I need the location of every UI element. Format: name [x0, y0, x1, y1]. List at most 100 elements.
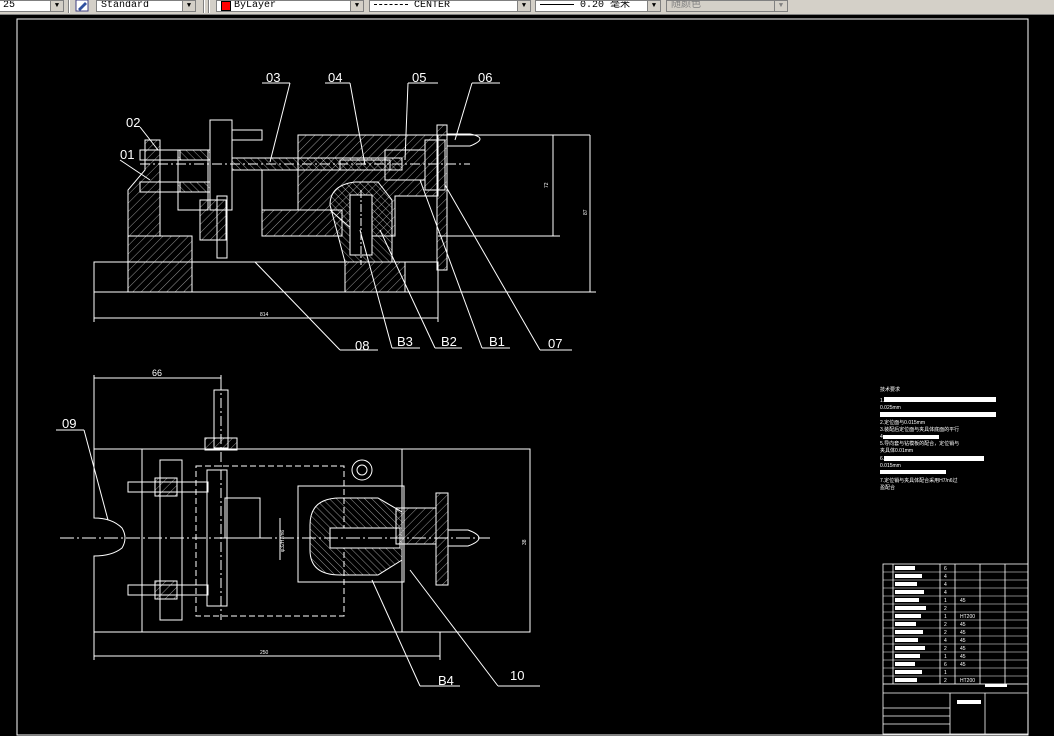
note-redacted-bar: [880, 412, 996, 417]
part-material: 45: [960, 646, 966, 652]
part-name-redacted: [895, 590, 924, 594]
linetype-value-wrap: CENTER: [374, 1, 450, 11]
part-qty: 2: [944, 678, 947, 684]
plotstyle-value: 随颜色: [671, 0, 701, 11]
note-line-6: 5.导向套与钻模板的配合，定位销与: [880, 440, 959, 447]
part-name-redacted: [895, 646, 925, 650]
balloon-06: 06: [478, 70, 492, 85]
part-qty: 2: [944, 630, 947, 636]
part-qty: 1: [944, 654, 947, 660]
balloon-10: 10: [510, 668, 524, 683]
balloon-b3: B3: [397, 334, 413, 349]
drawing-canvas[interactable]: 72 87 814 66 250 38 φ32H7/n6 01 02 03 04…: [0, 15, 1054, 736]
note-line-4: 3.装配后定位面与夹具体底面的平行: [880, 426, 959, 433]
part-qty: 6: [944, 566, 947, 572]
chevron-down-icon[interactable]: ▼: [350, 1, 363, 11]
technical-notes: 技术要求 1. 0.025mm 2.定位面与0.015mm 3.装配后定位面与夹…: [880, 386, 996, 491]
part-qty: 2: [944, 646, 947, 652]
toolbar: 25 ▼ Standard ▼ ByLayer ▼ CENTER ▼ 0.20 …: [0, 0, 1054, 15]
part-name-redacted: [895, 630, 923, 634]
color-combo[interactable]: ByLayer ▼: [216, 0, 364, 12]
note-line-2: 0.025mm: [880, 405, 901, 411]
part-name-redacted: [895, 606, 926, 610]
text-style-icon[interactable]: [75, 0, 89, 12]
part-qty: 6: [944, 662, 947, 668]
part-qty: 2: [944, 622, 947, 628]
part-material: HT200: [960, 678, 975, 684]
chevron-down-icon[interactable]: ▼: [774, 1, 787, 11]
dim-front-width: 814: [260, 312, 269, 318]
note-line-7: 夹具体0.01mm: [880, 447, 913, 454]
part-material: 45: [960, 654, 966, 660]
part-material: 45: [960, 630, 966, 636]
note-line-11: 盈配合: [880, 484, 895, 491]
balloon-b1: B1: [489, 334, 505, 349]
dim-plan-height: 38: [522, 539, 528, 545]
plotstyle-combo[interactable]: 随颜色 ▼: [666, 0, 788, 12]
toolbar-separator: [203, 0, 205, 13]
lineweight-combo[interactable]: 0.20 毫米 ▼: [535, 0, 661, 12]
part-material: 45: [960, 638, 966, 644]
balloon-03: 03: [266, 70, 280, 85]
lineweight-preview-icon: [540, 3, 574, 5]
title-redacted-bar: [985, 684, 1007, 687]
part-name-redacted: [895, 638, 918, 642]
balloon-b2: B2: [441, 334, 457, 349]
part-qty: 1: [944, 614, 947, 620]
part-name-redacted: [895, 614, 921, 618]
part-qty: 2: [944, 606, 947, 612]
part-name-redacted: [895, 574, 922, 578]
balloon-01: 01: [120, 147, 134, 162]
balloon-09: 09: [62, 416, 76, 431]
lineweight-value: 0.20 毫米: [580, 0, 631, 11]
dim-plan-width: 250: [260, 650, 269, 656]
part-qty: 1: [944, 598, 947, 604]
chevron-down-icon[interactable]: ▼: [517, 1, 530, 11]
part-name-redacted: [895, 678, 917, 682]
chevron-down-icon[interactable]: ▼: [647, 1, 660, 11]
part-qty: 4: [944, 574, 947, 580]
balloon-b4: B4: [438, 673, 454, 688]
balloon-02: 02: [126, 115, 140, 130]
balloon-08: 08: [355, 338, 369, 353]
part-qty: 4: [944, 582, 947, 588]
linetype-preview-icon: [374, 3, 408, 5]
part-material: HT200: [960, 614, 975, 620]
title-redacted-bar: [957, 700, 981, 704]
part-name-redacted: [895, 654, 920, 658]
balloon-04: 04: [328, 70, 342, 85]
chevron-down-icon[interactable]: ▼: [50, 1, 63, 11]
dimstyle-combo[interactable]: 25 ▼: [0, 0, 64, 12]
note-line-3: 2.定位面与0.015mm: [880, 419, 925, 426]
part-name-redacted: [895, 662, 915, 666]
part-name-redacted: [895, 582, 917, 586]
part-name-redacted: [895, 566, 915, 570]
color-value-wrap: ByLayer: [221, 1, 276, 11]
dim-plan-top: 66: [152, 368, 162, 378]
balloon-07: 07: [548, 336, 562, 351]
plan-view: [56, 375, 540, 687]
text-style-value: Standard: [101, 0, 150, 11]
text-style-combo[interactable]: Standard ▼: [96, 0, 196, 12]
dim-bore: φ32H7/n6: [280, 530, 286, 552]
part-qty: 4: [944, 590, 947, 596]
part-qty: 1: [944, 670, 947, 676]
chevron-down-icon[interactable]: ▼: [182, 1, 195, 11]
dim-front-height-2: 87: [583, 209, 589, 215]
linetype-value: CENTER: [414, 0, 451, 11]
note-line-10: 7.定位销与夹具体配合采用H7/n6过: [880, 477, 958, 484]
color-value: ByLayer: [234, 0, 277, 11]
note-line-8: 6.: [880, 456, 884, 462]
front-view: [93, 82, 596, 351]
part-name-redacted: [895, 598, 919, 602]
note-line-1: 1.: [880, 398, 884, 404]
toolbar-separator: [208, 0, 210, 13]
color-swatch-icon: [221, 1, 231, 11]
note-redacted-bar: [883, 435, 939, 439]
title-block-rows: 6 4 4 4 1 45 2 1 HT200 2 45 2 45 4 45 2 45 1 45 6 45 1 2 HT200: [883, 566, 1028, 685]
toolbar-separator: [68, 0, 70, 13]
notes-title: 技术要求: [880, 386, 900, 393]
linetype-combo[interactable]: CENTER ▼: [369, 0, 531, 12]
part-name-redacted: [895, 670, 922, 674]
drawing-border: [16, 18, 1029, 736]
